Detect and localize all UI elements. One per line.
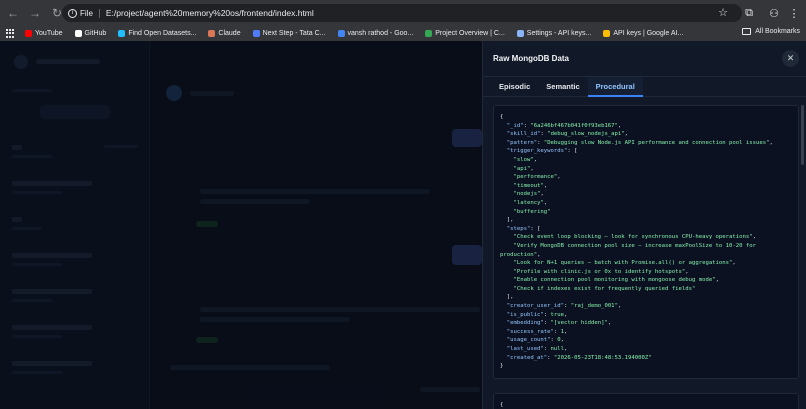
bookmark-item[interactable]: Settings - API keys... xyxy=(516,30,592,37)
scrollbar-thumb[interactable] xyxy=(801,105,804,165)
field-last-used: null xyxy=(550,346,565,353)
step-item: Check if indexes exist for frequently qu… xyxy=(516,285,692,292)
bookmark-favicon-icon xyxy=(25,30,32,37)
bookmark-label: API keys | Google AI... xyxy=(613,30,684,37)
json-record: { "_id": "6a246bf467b041f0f93eb167", "sk… xyxy=(500,114,773,370)
bookmark-item[interactable]: Claude xyxy=(208,30,241,37)
json-record-card: { "_id": "6a246bf467b041f0f93eb168", xyxy=(493,392,799,409)
step-item: Enable connection pool monitoring with m… xyxy=(516,277,713,284)
panel-title: Raw MongoDB Data xyxy=(493,54,569,63)
field-id: 6a246bf467b041f0f93eb167 xyxy=(533,122,615,129)
json-record: { "_id": "6a246bf467b041f0f93eb168", xyxy=(500,401,504,408)
bookmark-label: Claude xyxy=(218,30,241,37)
extensions-icon[interactable]: ⧉ xyxy=(742,4,756,22)
tab-episodic[interactable]: Episodic xyxy=(491,77,538,97)
back-arrow-icon[interactable]: ← xyxy=(4,4,22,22)
bookmark-item[interactable]: vansh rathod - Goo... xyxy=(337,30,414,37)
bookmark-label: GitHub xyxy=(84,30,107,37)
step-item: Check event loop blocking — look for syn… xyxy=(516,234,750,241)
json-record-card: { "_id": "6a246bf467b041f0f93eb167", "sk… xyxy=(493,105,799,379)
bookmark-favicon-icon xyxy=(208,30,216,37)
scrollbar[interactable] xyxy=(801,105,805,405)
bookmark-label: Next Step - Tata C... xyxy=(262,30,326,37)
keyword-item: slow xyxy=(516,156,531,163)
bookmark-item[interactable]: API keys | Google AI... xyxy=(603,30,683,37)
keyword-item: latency xyxy=(516,199,541,206)
info-icon: i xyxy=(68,8,77,18)
field-creator: raj_demo_001 xyxy=(574,303,615,310)
keyword-item: nodejs xyxy=(516,191,538,198)
field-pattern: Debugging slow Node.js API performance a… xyxy=(547,139,767,146)
bookmark-favicon-icon xyxy=(118,30,126,37)
forward-arrow-icon[interactable]: → xyxy=(26,4,44,22)
bookmark-item[interactable]: Find Open Datasets... xyxy=(118,30,196,37)
address-bar[interactable]: i File E:/project/agent%20memory%20os/fr… xyxy=(62,4,742,22)
folder-icon xyxy=(742,28,752,35)
site-info-chip[interactable]: i File xyxy=(68,8,100,18)
bookmark-label: Find Open Datasets... xyxy=(128,30,197,37)
bookmark-label: Settings - API keys... xyxy=(526,30,592,37)
bookmark-favicon-icon xyxy=(425,30,433,37)
keyword-item: timeout xyxy=(516,182,541,189)
bookmark-favicon-icon xyxy=(603,30,611,37)
url-text[interactable]: E:/project/agent%20memory%20os/frontend/… xyxy=(106,8,314,18)
bookmark-item[interactable]: GitHub xyxy=(74,30,107,37)
bookmark-item[interactable]: YouTube xyxy=(25,30,63,37)
field-created-at: 2026-05-23T18:48:53.194000Z xyxy=(557,354,649,361)
tab-procedural[interactable]: Procedural xyxy=(587,77,643,97)
raw-data-panel: Raw MongoDB Data ✕ Episodic Semantic Pro… xyxy=(482,41,806,409)
bookmark-favicon-icon xyxy=(337,30,345,37)
bookmark-favicon-icon xyxy=(252,30,260,37)
keyword-item: api xyxy=(516,165,527,172)
file-label: File xyxy=(80,8,93,18)
bookmark-item[interactable]: Project Overview | C... xyxy=(425,30,505,37)
bookmark-label: Project Overview | C... xyxy=(435,30,505,37)
field-embedding: [vector hidden] xyxy=(553,320,605,327)
keyword-item: performance xyxy=(516,174,554,181)
tab-semantic[interactable]: Semantic xyxy=(538,77,587,97)
records-list[interactable]: { "_id": "6a246bf467b041f0f93eb167", "sk… xyxy=(493,105,799,409)
bookmarks-bar: YouTube GitHub Find Open Datasets... Claude… xyxy=(0,26,806,41)
all-bookmarks-button[interactable]: All Bookmarks xyxy=(742,28,800,35)
bookmark-star-icon[interactable]: ☆ xyxy=(718,6,728,19)
field-skill-id: debug_slow_nodejs_api xyxy=(550,131,622,138)
bookmark-item[interactable]: Next Step - Tata C... xyxy=(252,30,326,37)
apps-grid-icon[interactable] xyxy=(6,29,15,38)
step-item: Look for N+1 queries — batch with Promis… xyxy=(516,260,730,267)
bookmark-favicon-icon xyxy=(74,30,82,37)
keyword-item: buffering xyxy=(516,208,548,215)
all-bookmarks-label: All Bookmarks xyxy=(755,28,800,35)
bookmark-label: YouTube xyxy=(35,30,63,37)
field-is-public: true xyxy=(550,311,565,318)
bookmark-label: vansh rathod - Goo... xyxy=(347,30,414,37)
step-item: Profile with clinic.js or 0x to identify… xyxy=(516,268,682,275)
close-button[interactable]: ✕ xyxy=(782,50,799,67)
bookmark-favicon-icon xyxy=(516,30,524,37)
panel-header: Raw MongoDB Data ✕ xyxy=(483,41,806,77)
profile-icon[interactable]: ⚇ xyxy=(766,4,782,22)
close-icon: ✕ xyxy=(786,53,795,63)
browser-toolbar: ← → ↻ i File E:/project/agent%20memory%2… xyxy=(0,0,806,26)
menu-kebab-icon[interactable]: ⋮ xyxy=(788,4,800,22)
collection-tabs: Episodic Semantic Procedural xyxy=(483,77,806,97)
